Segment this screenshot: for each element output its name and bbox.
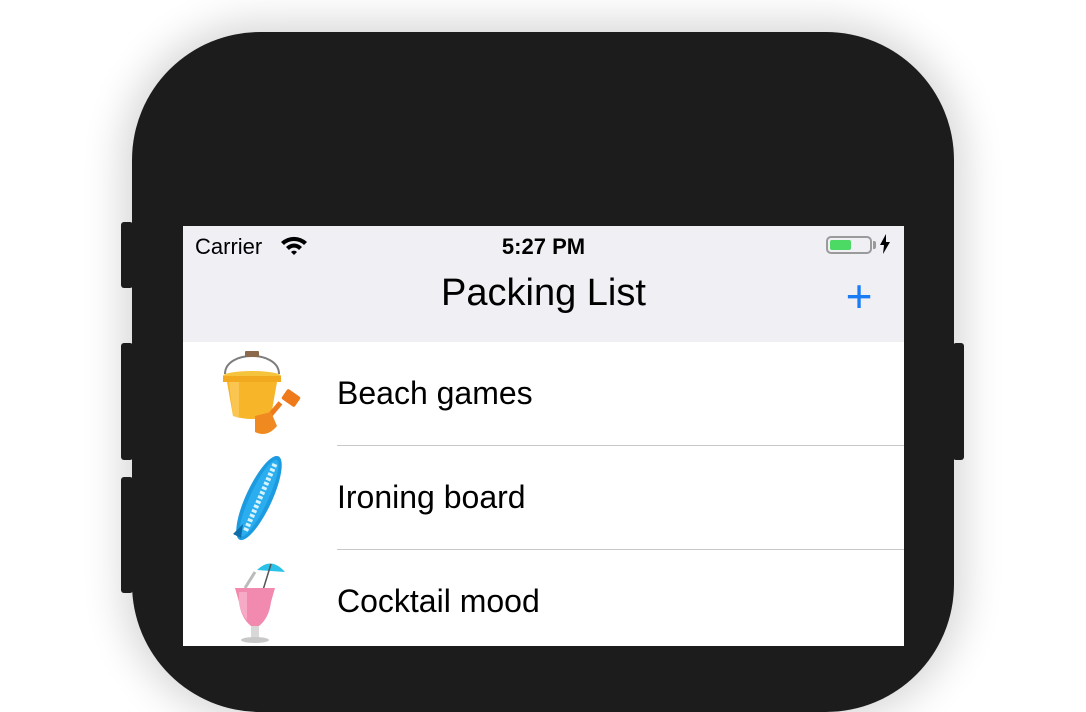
list-item-label: Cocktail mood	[337, 583, 540, 619]
cocktail-icon	[235, 563, 285, 643]
list-item[interactable]: Cocktail mood	[183, 550, 904, 646]
charging-bolt-icon	[880, 234, 890, 254]
power-button	[953, 343, 964, 460]
volume-up-button	[121, 343, 133, 460]
surfboard-icon	[233, 455, 282, 541]
battery-level	[830, 240, 851, 250]
status-time: 5:27 PM	[501, 234, 586, 259]
app-screen: Carrier 5:27 PM Packing List + Beach gam…	[183, 226, 904, 646]
list-item-label: Beach games	[337, 375, 533, 411]
volume-down-button	[121, 477, 133, 593]
sand-bucket-icon	[223, 351, 301, 434]
status-bar: Carrier 5:27 PM	[183, 226, 904, 266]
list-item[interactable]: Beach games	[183, 342, 904, 446]
page-title: Packing List	[441, 272, 646, 314]
add-item-button[interactable]: +	[839, 273, 879, 319]
navigation-bar: Carrier 5:27 PM Packing List +	[183, 226, 904, 342]
list-item[interactable]: Ironing board	[183, 446, 904, 550]
battery-icon	[826, 236, 872, 254]
mute-switch	[121, 222, 133, 288]
battery-tip	[873, 241, 876, 249]
list-item-label: Ironing board	[337, 479, 526, 515]
